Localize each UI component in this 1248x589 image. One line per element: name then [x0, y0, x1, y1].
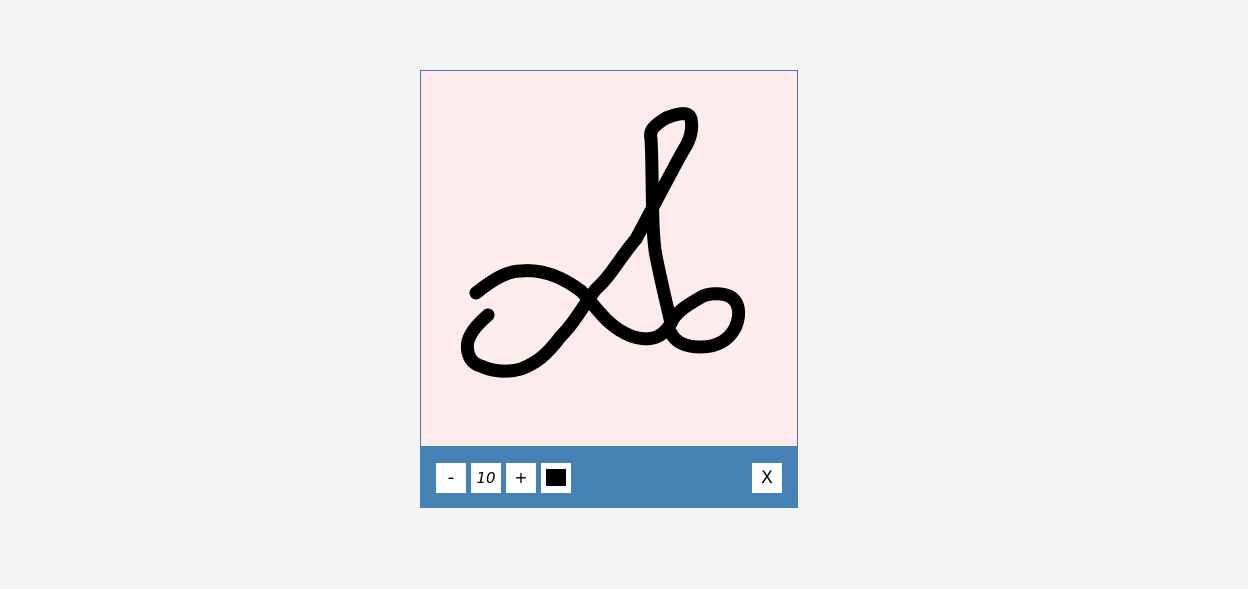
brush-size-field[interactable]	[471, 463, 501, 493]
pen-color-picker[interactable]	[541, 463, 571, 493]
ink-drawing	[460, 107, 746, 378]
drawing-canvas[interactable]	[420, 70, 798, 448]
increase-size-button[interactable]: +	[506, 463, 536, 493]
close-button[interactable]: X	[752, 463, 782, 493]
ink-stroke	[460, 107, 699, 378]
decrease-size-button[interactable]: -	[436, 463, 466, 493]
drawing-widget: - + X	[420, 70, 798, 508]
drawing-toolbar: - + X	[420, 446, 798, 508]
ink-stroke-loop	[664, 287, 746, 354]
pen-color-swatch	[546, 469, 566, 486]
